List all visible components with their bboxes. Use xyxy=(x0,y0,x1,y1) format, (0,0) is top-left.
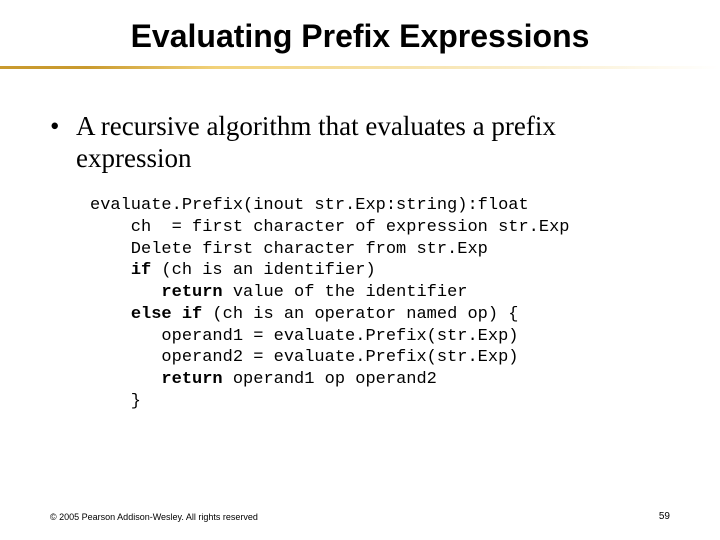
bullet-list: A recursive algorithm that evaluates a p… xyxy=(50,110,670,175)
code-line: operand1 = evaluate.Prefix(str.Exp) xyxy=(90,327,518,346)
code-line: operand2 = evaluate.Prefix(str.Exp) xyxy=(90,348,518,367)
code-line: evaluate.Prefix(inout str.Exp:string):fl… xyxy=(90,196,529,215)
keyword-if: if xyxy=(131,261,151,280)
code-line: } xyxy=(90,392,141,411)
copyright-footer: © 2005 Pearson Addison-Wesley. All right… xyxy=(50,512,258,522)
code-text: (ch is an identifier) xyxy=(151,261,375,280)
keyword-else: else xyxy=(131,305,172,324)
keyword-return: return xyxy=(161,283,222,302)
code-text: (ch is an operator named op) { xyxy=(202,305,518,324)
code-indent xyxy=(90,370,161,389)
code-space xyxy=(172,305,182,324)
code-block: evaluate.Prefix(inout str.Exp:string):fl… xyxy=(90,195,680,413)
code-indent xyxy=(90,305,131,324)
code-line: Delete first character from str.Exp xyxy=(90,240,488,259)
title-underline xyxy=(0,66,720,69)
page-number: 59 xyxy=(659,511,670,522)
code-text: value of the identifier xyxy=(223,283,468,302)
code-text: operand1 op operand2 xyxy=(223,370,437,389)
bullet-item: A recursive algorithm that evaluates a p… xyxy=(50,110,670,175)
keyword-return: return xyxy=(161,370,222,389)
code-indent xyxy=(90,261,131,280)
code-indent xyxy=(90,283,161,302)
keyword-if: if xyxy=(182,305,202,324)
slide-title: Evaluating Prefix Expressions xyxy=(0,18,720,55)
slide: Evaluating Prefix Expressions A recursiv… xyxy=(0,0,720,540)
code-line: ch = first character of expression str.E… xyxy=(90,218,569,237)
